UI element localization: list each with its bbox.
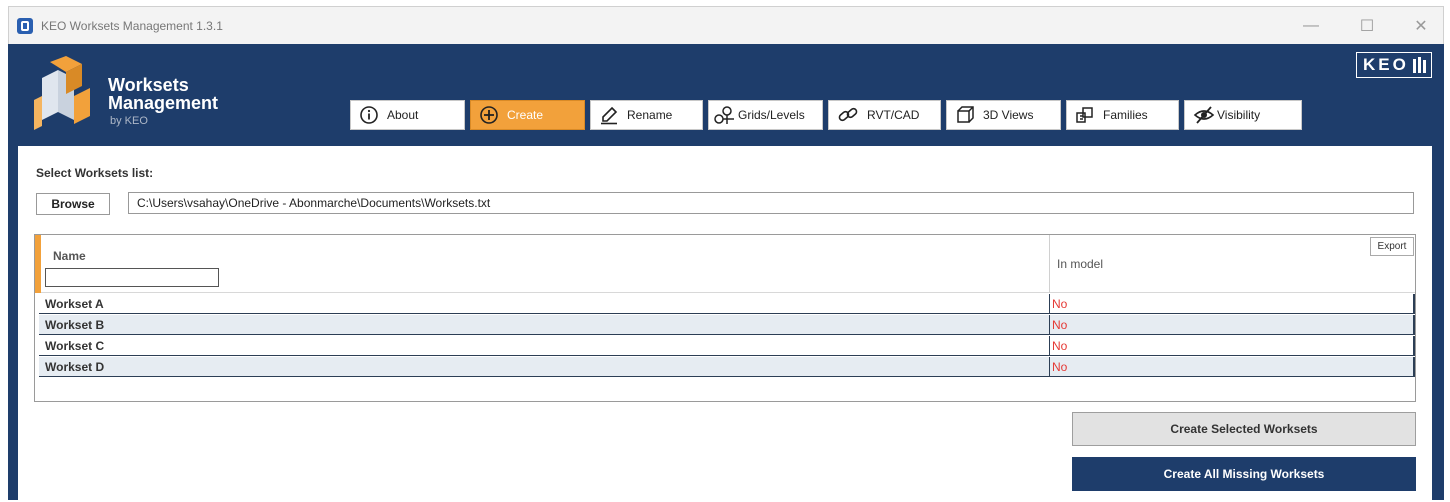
table-row[interactable]: Workset A No [39, 294, 1415, 314]
create-all-missing-worksets-button[interactable]: Create All Missing Worksets [1072, 457, 1416, 491]
tab-rename[interactable]: Rename [590, 100, 703, 130]
row-edge [1413, 336, 1415, 356]
row-edge [1413, 357, 1415, 377]
workset-name: Workset B [45, 318, 105, 332]
row-edge [1413, 315, 1415, 335]
in-model-status: No [1052, 318, 1068, 332]
header-accent [35, 235, 41, 293]
in-model-status: No [1052, 339, 1068, 353]
cube-icon [957, 106, 974, 123]
window-title: KEO Worksets Management 1.3.1 [41, 19, 223, 33]
tab-visibility[interactable]: Visibility [1184, 100, 1302, 130]
pencil-icon [601, 106, 618, 125]
families-icon [1076, 107, 1093, 123]
cell-divider [1049, 294, 1050, 314]
tab-create[interactable]: Create [470, 100, 585, 130]
plus-circle-icon [480, 106, 498, 124]
title-bar: KEO Worksets Management 1.3.1 — ☐ ✕ [8, 6, 1444, 44]
worksets-grid: Name In model Export Workset A No Workse… [34, 234, 1416, 402]
tab-label: About [387, 108, 419, 122]
workset-name: Workset A [45, 297, 104, 311]
tab-label: RVT/CAD [867, 108, 920, 122]
keo-logo-text: KEO [1363, 55, 1409, 74]
workset-name: Workset C [45, 339, 105, 353]
tab-label: Create [507, 108, 544, 122]
select-worksets-label: Select Worksets list: [36, 166, 154, 180]
eye-slash-icon [1193, 106, 1215, 124]
workset-name: Workset D [45, 360, 105, 374]
tab-families[interactable]: Families [1066, 100, 1179, 130]
in-model-status: No [1052, 360, 1068, 374]
grid-header: Name In model Export [35, 235, 1415, 293]
tab-3d-views[interactable]: 3D Views [946, 100, 1061, 130]
column-header-name[interactable]: Name [53, 249, 86, 263]
tab-about[interactable]: About [350, 100, 465, 130]
tab-label: Families [1103, 108, 1148, 122]
name-filter-input[interactable] [45, 268, 219, 287]
maximize-button[interactable]: ☐ [1347, 13, 1387, 39]
create-panel: Select Worksets list: Browse Name In mod… [18, 146, 1432, 500]
tab-label: Rename [627, 108, 673, 122]
app-frame: Worksets Management by KEO KEO About Cre… [8, 44, 1444, 500]
cell-divider [1049, 315, 1050, 335]
row-edge [1413, 294, 1415, 314]
app-icon [17, 18, 33, 34]
in-model-status: No [1052, 297, 1068, 311]
minimize-button[interactable]: — [1291, 13, 1331, 39]
info-icon [360, 106, 378, 124]
brand-title-line2: Management [108, 93, 219, 113]
create-selected-worksets-button[interactable]: Create Selected Worksets [1072, 412, 1416, 446]
cell-divider [1049, 336, 1050, 356]
link-icon [838, 107, 858, 122]
tab-label: 3D Views [983, 108, 1034, 122]
column-header-in-model[interactable]: In model [1057, 257, 1103, 271]
tab-label: Grids/Levels [738, 108, 805, 122]
browse-button[interactable]: Browse [36, 193, 110, 215]
export-button[interactable]: Export [1370, 237, 1414, 256]
keo-bars-icon [1413, 57, 1426, 73]
brand-byline: by KEO [110, 115, 148, 127]
tab-label: Visibility [1217, 108, 1261, 122]
cell-divider [1049, 357, 1050, 377]
table-row[interactable]: Workset C No [39, 336, 1415, 356]
tab-grids-levels[interactable]: Grids/Levels [708, 100, 823, 130]
column-divider [1049, 235, 1050, 293]
grid-nodes-icon [714, 106, 734, 124]
file-path-field[interactable] [128, 192, 1414, 214]
table-row[interactable]: Workset D No [39, 357, 1415, 377]
keo-logo: KEO [1356, 52, 1432, 78]
table-row[interactable]: Workset B No [39, 315, 1415, 335]
close-button[interactable]: ✕ [1401, 13, 1441, 39]
tab-rvt-cad[interactable]: RVT/CAD [828, 100, 941, 130]
worksets-logo-icon [34, 56, 90, 130]
